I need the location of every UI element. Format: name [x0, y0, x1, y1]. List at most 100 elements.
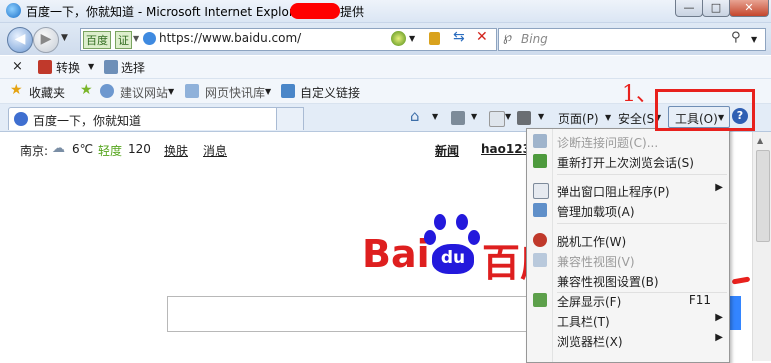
messages-link[interactable]: 消息	[203, 142, 227, 159]
convert-dropdown-icon[interactable]: ▼	[88, 62, 94, 71]
custom-links-icon	[281, 84, 295, 98]
mail-dropdown-icon[interactable]: ▼	[505, 112, 511, 121]
news-link[interactable]: 新闻	[435, 142, 459, 159]
vertical-scrollbar[interactable]: ▲	[752, 132, 771, 361]
custom-links-link[interactable]: 自定义链接	[300, 84, 360, 101]
scroll-thumb[interactable]	[756, 150, 770, 242]
web-slice-icon	[185, 84, 199, 98]
search-dropdown-icon[interactable]: ▼	[751, 35, 757, 44]
back-button[interactable]: ◀	[7, 27, 33, 53]
tab-label: 百度一下，你就知道	[33, 114, 142, 128]
tools-dropdown-menu: 诊断连接问题(C)... 重新打开上次浏览会话(S) 弹出窗口阻止程序(P) ▶…	[526, 128, 730, 363]
address-bar[interactable]: 百度 证 ▼ https://www.baidu.com/ ▼ ⇆ ✕	[80, 28, 497, 51]
menu-item-explorer-bars[interactable]: 浏览器栏(X) ▶	[527, 330, 729, 350]
url-text[interactable]: https://www.baidu.com/	[159, 31, 301, 45]
logo-paw-text: du	[432, 244, 474, 274]
aqi-value: 120	[128, 142, 151, 156]
logo-text-left: Bai	[362, 232, 430, 276]
highlight-box	[655, 89, 755, 131]
menu-item-reopen-session[interactable]: 重新打开上次浏览会话(S)	[527, 151, 729, 171]
cert-dropdown-icon[interactable]: ▼	[133, 34, 139, 43]
cloud-icon: ☁	[52, 141, 65, 156]
submenu-arrow-icon: ▶	[715, 312, 723, 323]
search-box[interactable]: ℘ Bing ⚲ ▼	[498, 28, 766, 51]
menu-item-diagnose[interactable]: 诊断连接问题(C)...	[527, 131, 729, 151]
red-annotation-stroke	[731, 276, 751, 285]
feed-dropdown-icon[interactable]: ▼	[471, 112, 477, 121]
submenu-arrow-icon: ▶	[715, 182, 723, 193]
search-icon[interactable]: ⚲	[731, 30, 741, 45]
suggested-sites-icon	[100, 84, 114, 98]
page-dropdown-icon[interactable]: ▼	[605, 113, 611, 122]
print-icon[interactable]	[517, 111, 531, 125]
popup-blocker-icon	[533, 183, 549, 199]
logo-text-right: 百度	[482, 241, 526, 285]
menu-item-compat-view[interactable]: 兼容性视图(V)	[527, 250, 729, 270]
lock-icon[interactable]	[429, 32, 440, 45]
forward-button[interactable]: ▶	[33, 27, 59, 53]
diagnose-icon	[533, 134, 547, 148]
select-button[interactable]: 选择	[121, 59, 145, 76]
weather-city: 南京:	[20, 144, 49, 158]
hao123-link[interactable]: hao123	[481, 142, 531, 156]
scroll-up-arrow-icon[interactable]: ▲	[757, 136, 763, 145]
suggested-sites-dropdown-icon[interactable]: ▼	[168, 87, 174, 96]
stop-icon[interactable]: ✕	[476, 29, 488, 45]
rss-feed-icon[interactable]	[451, 111, 465, 125]
baidu-paw-logo-icon: du	[424, 214, 486, 278]
bing-search-icon: ℘	[503, 30, 513, 45]
step-label: 1、	[622, 82, 658, 107]
skin-link[interactable]: 换肤	[164, 142, 188, 159]
fullscreen-shortcut: F11	[688, 293, 711, 307]
search-placeholder: Bing	[521, 32, 548, 46]
ie-logo-icon	[6, 3, 21, 18]
window-title: 百度一下，你就知道 - Microsoft Internet Explorer …	[26, 5, 322, 19]
close-button[interactable]: ✕	[729, 0, 769, 17]
web-slice-dropdown-icon[interactable]: ▼	[265, 87, 271, 96]
temperature: 6℃	[72, 142, 94, 156]
minimize-button[interactable]: —	[675, 0, 703, 17]
work-offline-icon	[533, 233, 547, 247]
home-icon[interactable]: ⌂	[410, 107, 420, 125]
air-quality: 轻度	[98, 144, 123, 158]
mail-icon[interactable]	[489, 111, 505, 127]
menu-item-manage-addons[interactable]: 管理加载项(A)	[527, 200, 729, 220]
manage-addons-icon	[533, 203, 547, 217]
compat-dropdown-icon[interactable]: ▼	[409, 34, 415, 43]
compat-view-menu-icon	[533, 253, 547, 267]
baidu-search-input[interactable]	[167, 296, 539, 332]
convert-button[interactable]: 转换	[56, 59, 80, 76]
site-badge[interactable]: 百度	[83, 31, 111, 49]
cert-badge[interactable]: 证	[115, 31, 132, 49]
favorites-star-icon: ★	[10, 82, 23, 98]
menu-item-fullscreen[interactable]: 全屏显示(F) F11	[527, 290, 729, 310]
safety-menu-button[interactable]: 安全(S)	[618, 110, 659, 127]
page-icon	[143, 32, 156, 45]
menu-item-work-offline[interactable]: 脱机工作(W)	[527, 230, 729, 250]
maximize-button[interactable]: □	[702, 0, 730, 17]
menu-item-popup-blocker[interactable]: 弹出窗口阻止程序(P) ▶	[527, 180, 729, 200]
submenu-arrow-icon: ▶	[715, 332, 723, 343]
compat-view-icon[interactable]	[391, 31, 406, 46]
refresh-icon[interactable]: ⇆	[453, 29, 465, 45]
add-favorites-icon[interactable]: ★	[80, 82, 93, 98]
tab-favicon-icon	[14, 112, 28, 126]
suggested-sites-link[interactable]: 建议网站	[120, 84, 168, 101]
print-dropdown-icon[interactable]: ▼	[538, 112, 544, 121]
fullscreen-icon	[533, 293, 547, 307]
convert-icon	[38, 60, 52, 74]
history-dropdown-icon[interactable]: ▼	[61, 33, 68, 43]
favorites-button[interactable]: 收藏夹	[29, 84, 65, 101]
web-slice-link[interactable]: 网页快讯库	[205, 84, 265, 101]
window-title-suffix: 提供	[340, 5, 365, 19]
tab-baidu[interactable]: 百度一下，你就知道	[8, 107, 304, 130]
menu-item-toolbars[interactable]: 工具栏(T) ▶	[527, 310, 729, 330]
redaction-mark	[290, 3, 340, 19]
close-toolbar-icon[interactable]: ×	[12, 59, 23, 74]
new-tab-button[interactable]	[276, 107, 304, 130]
menu-item-compat-settings[interactable]: 兼容性视图设置(B)	[527, 270, 729, 290]
home-dropdown-icon[interactable]: ▼	[432, 112, 438, 121]
page-menu-button[interactable]: 页面(P)	[558, 110, 599, 127]
title-bar: 百度一下，你就知道 - Microsoft Internet Explorer …	[0, 0, 771, 23]
reopen-session-icon	[533, 154, 547, 168]
